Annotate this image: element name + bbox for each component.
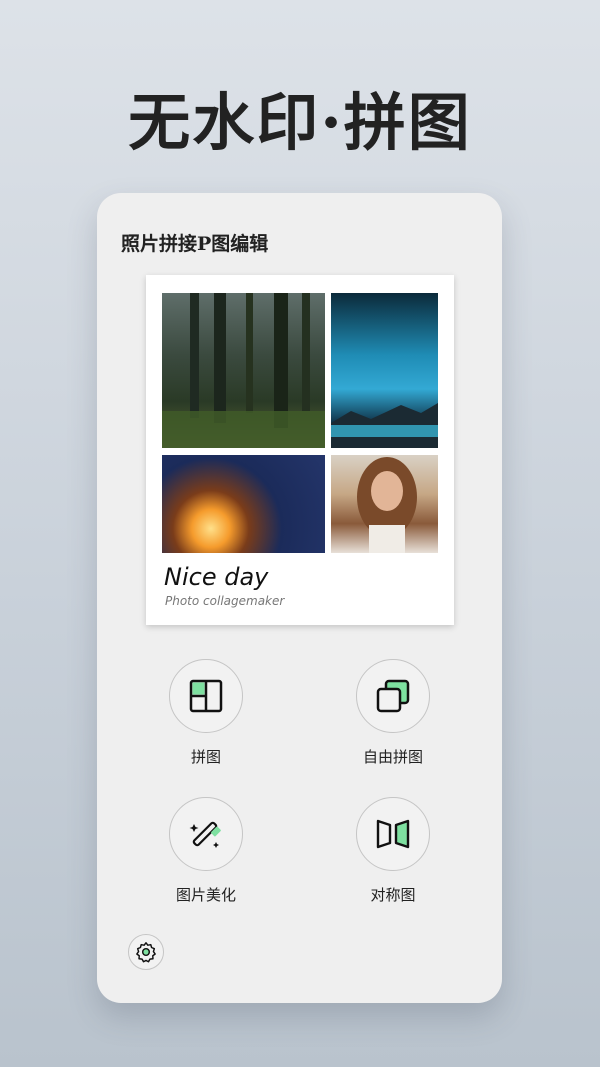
collage-photo-forest xyxy=(162,293,325,448)
feature-mirror-label: 对称图 xyxy=(370,886,416,904)
feature-mirror[interactable]: 对称图 xyxy=(313,797,473,905)
feature-beautify[interactable]: 图片美化 xyxy=(126,797,286,905)
gear-icon xyxy=(136,942,156,963)
mirror-icon xyxy=(376,819,410,849)
grid-layout-icon xyxy=(189,679,223,713)
feature-free-collage[interactable]: 自由拼图 xyxy=(313,659,473,767)
card-title: 照片拼接P图编辑 xyxy=(121,233,269,255)
collage-preview[interactable]: Nice day Photo collagemaker xyxy=(146,275,454,625)
feature-free-collage-button[interactable] xyxy=(356,659,430,733)
collage-photo-aurora xyxy=(331,293,438,448)
magic-wand-icon xyxy=(189,821,221,848)
feature-beautify-button[interactable] xyxy=(169,797,243,871)
collage-caption: Nice day xyxy=(164,563,269,591)
feature-collage[interactable]: 拼图 xyxy=(126,659,286,767)
feature-mirror-button[interactable] xyxy=(356,797,430,871)
overlap-squares-icon xyxy=(376,679,410,713)
settings-button[interactable] xyxy=(128,934,164,970)
feature-collage-label: 拼图 xyxy=(190,748,221,766)
feature-free-collage-label: 自由拼图 xyxy=(362,748,423,766)
feature-beautify-label: 图片美化 xyxy=(175,886,236,904)
collage-photo-campfire xyxy=(162,455,325,553)
collage-subcaption: Photo collagemaker xyxy=(165,594,285,608)
collage-photo-portrait xyxy=(331,455,438,553)
feature-collage-button[interactable] xyxy=(169,659,243,733)
hero-title: 无水印·拼图 xyxy=(128,86,472,159)
main-card: 照片拼接P图编辑 Nice day Photo collagemaker 拼图 … xyxy=(97,193,502,1003)
